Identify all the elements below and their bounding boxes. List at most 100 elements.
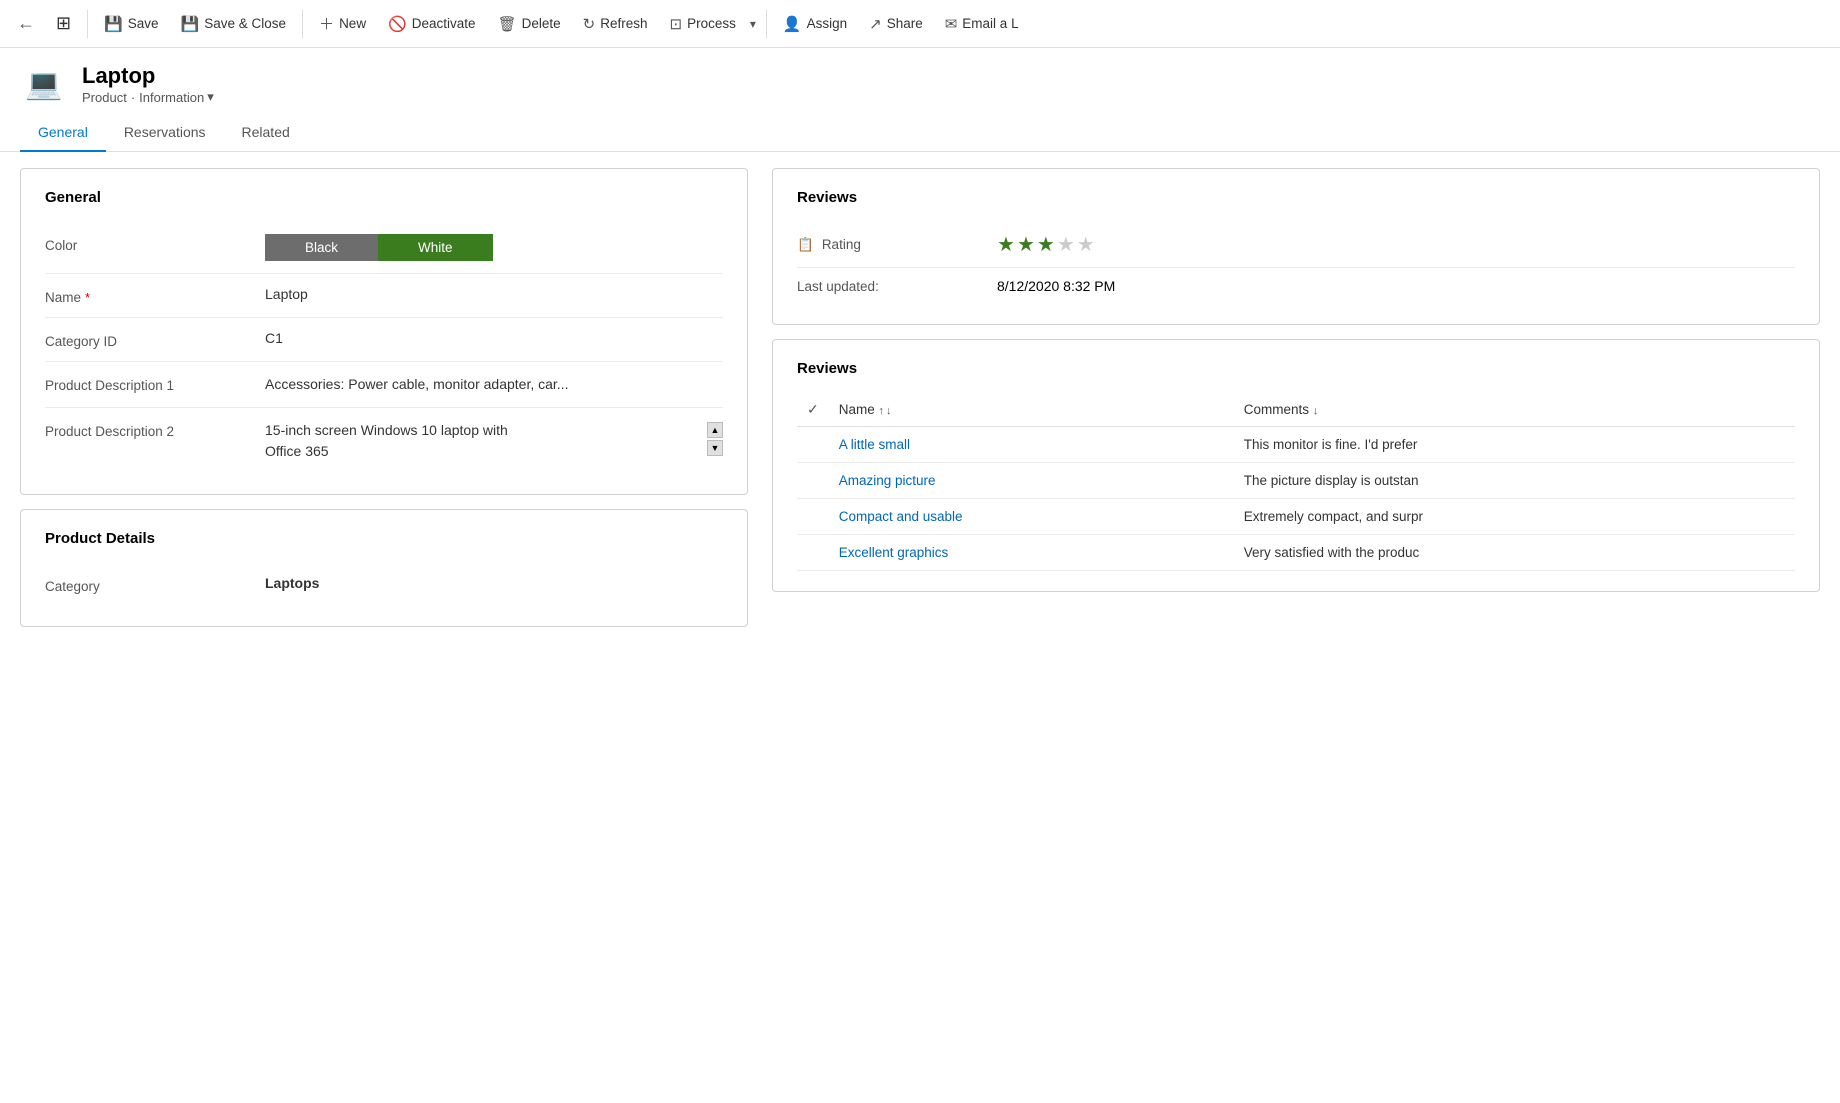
- assign-label: Assign: [807, 16, 848, 31]
- rating-label: 📋 Rating: [797, 237, 997, 253]
- share-button[interactable]: ↗ Share: [859, 9, 933, 39]
- comments-sort-desc-icon[interactable]: ↓: [1313, 405, 1319, 417]
- process-label: Process: [687, 16, 736, 31]
- reviews-info-card: Reviews 📋 Rating ★ ★ ★ ★ ★: [772, 168, 1820, 325]
- category-id-row: Category ID C1: [45, 318, 723, 362]
- product-icon: 💻: [20, 60, 68, 108]
- save-label: Save: [128, 16, 159, 31]
- star-5: ★: [1077, 232, 1095, 257]
- sort-asc-icon[interactable]: ↑: [879, 405, 885, 417]
- comments-sort-arrows: ↓: [1313, 405, 1319, 417]
- rating-row: 📋 Rating ★ ★ ★ ★ ★: [797, 222, 1795, 268]
- sort-desc-icon[interactable]: ↓: [886, 405, 892, 417]
- assign-button[interactable]: 👤 Assign: [773, 9, 857, 39]
- save-close-icon: 💾: [181, 15, 200, 33]
- product-desc1-value: Accessories: Power cable, monitor adapte…: [265, 374, 723, 395]
- page-title: Laptop: [82, 63, 214, 89]
- new-button[interactable]: ＋ New: [309, 7, 376, 40]
- last-updated-row: Last updated: 8/12/2020 8:32 PM: [797, 268, 1795, 304]
- row-name: Excellent graphics: [829, 535, 1234, 571]
- star-2: ★: [1017, 232, 1035, 257]
- product-desc1-label: Product Description 1: [45, 374, 265, 393]
- th-check: ✓: [797, 393, 829, 427]
- color-label: Color: [45, 234, 265, 253]
- assign-icon: 👤: [783, 15, 802, 33]
- refresh-button[interactable]: ↻ Refresh: [573, 9, 658, 39]
- process-chevron[interactable]: ▾: [746, 11, 760, 37]
- rating-icon: 📋: [797, 237, 814, 253]
- scroll-down-button[interactable]: ▼: [707, 440, 723, 456]
- process-icon: ⊡: [670, 15, 683, 33]
- th-comments: Comments ↓: [1234, 393, 1795, 427]
- reviews-table: ✓ Name ↑ ↓ Comments ↓: [797, 393, 1795, 571]
- scroll-up-button[interactable]: ▲: [707, 422, 723, 438]
- row-check: [797, 535, 829, 571]
- page-header: 💻 Laptop Product · Information ▾: [0, 48, 1840, 114]
- row-comment: This monitor is fine. I'd prefer: [1234, 427, 1795, 463]
- share-icon: ↗: [869, 15, 882, 33]
- page-icon: ⊞: [56, 13, 71, 34]
- reviews-info-title: Reviews: [797, 189, 1795, 206]
- star-3: ★: [1037, 232, 1055, 257]
- rating-stars: ★ ★ ★ ★ ★: [997, 232, 1095, 257]
- save-close-button[interactable]: 💾 Save & Close: [171, 9, 296, 39]
- category-id-value: C1: [265, 330, 723, 346]
- back-button[interactable]: ←: [8, 6, 44, 42]
- refresh-icon: ↻: [583, 15, 596, 33]
- product-desc1-row: Product Description 1 Accessories: Power…: [45, 362, 723, 408]
- row-name: Compact and usable: [829, 499, 1234, 535]
- product-details-title: Product Details: [45, 530, 723, 547]
- table-row: Amazing picture The picture display is o…: [797, 463, 1795, 499]
- th-name-label: Name: [839, 402, 875, 417]
- new-icon: ＋: [319, 13, 334, 34]
- product-desc2-value: 15-inch screen Windows 10 laptop withOff…: [265, 422, 508, 459]
- header-text: Laptop Product · Information ▾: [82, 63, 214, 105]
- refresh-label: Refresh: [600, 16, 647, 31]
- deactivate-button[interactable]: 🚫 Deactivate: [378, 9, 485, 39]
- toolbar-divider-1: [87, 10, 88, 38]
- tab-general[interactable]: General: [20, 114, 106, 152]
- name-value[interactable]: Laptop: [265, 286, 723, 302]
- save-button[interactable]: 💾 Save: [94, 9, 168, 39]
- left-column: General Color Black White: [20, 168, 760, 1087]
- row-name: A little small: [829, 427, 1234, 463]
- tab-related[interactable]: Related: [224, 114, 308, 152]
- review-link[interactable]: A little small: [839, 437, 910, 452]
- color-white-button[interactable]: White: [378, 234, 493, 261]
- share-label: Share: [887, 16, 923, 31]
- delete-icon: 🗑: [498, 15, 517, 33]
- product-desc2-row: Product Description 2 15-inch screen Win…: [45, 408, 723, 474]
- color-black-button[interactable]: Black: [265, 234, 378, 261]
- check-icon: ✓: [807, 401, 819, 417]
- star-rating: ★ ★ ★ ★ ★: [997, 232, 1095, 257]
- review-link[interactable]: Excellent graphics: [839, 545, 949, 560]
- category-row: Category Laptops: [45, 563, 723, 606]
- delete-button[interactable]: 🗑 Delete: [488, 9, 571, 39]
- tab-bar: General Reservations Related: [0, 114, 1840, 152]
- email-button[interactable]: ✉ Email a L: [935, 9, 1029, 39]
- breadcrumb: Product · Information ▾: [82, 89, 214, 105]
- save-icon: 💾: [104, 15, 123, 33]
- save-close-label: Save & Close: [204, 16, 286, 31]
- review-link[interactable]: Compact and usable: [839, 509, 963, 524]
- deactivate-label: Deactivate: [412, 16, 476, 31]
- name-sort-arrows: ↑ ↓: [879, 405, 892, 417]
- breadcrumb-separator: ·: [131, 90, 135, 105]
- tab-reservations[interactable]: Reservations: [106, 114, 224, 152]
- row-check: [797, 499, 829, 535]
- general-card: General Color Black White: [20, 168, 748, 495]
- star-4: ★: [1057, 232, 1075, 257]
- row-comment: Extremely compact, and surpr: [1234, 499, 1795, 535]
- row-check: [797, 427, 829, 463]
- review-link[interactable]: Amazing picture: [839, 473, 936, 488]
- th-name: Name ↑ ↓: [829, 393, 1234, 427]
- process-button[interactable]: ⊡ Process: [660, 9, 746, 39]
- reviews-table-body: A little small This monitor is fine. I'd…: [797, 427, 1795, 571]
- category-value: Laptops: [265, 575, 723, 591]
- color-value: Black White: [265, 234, 723, 261]
- general-card-title: General: [45, 189, 723, 206]
- breadcrumb-info-dropdown[interactable]: Information ▾: [139, 89, 214, 105]
- toolbar-divider-2: [302, 10, 303, 38]
- reviews-table-title: Reviews: [797, 360, 1795, 377]
- table-row: A little small This monitor is fine. I'd…: [797, 427, 1795, 463]
